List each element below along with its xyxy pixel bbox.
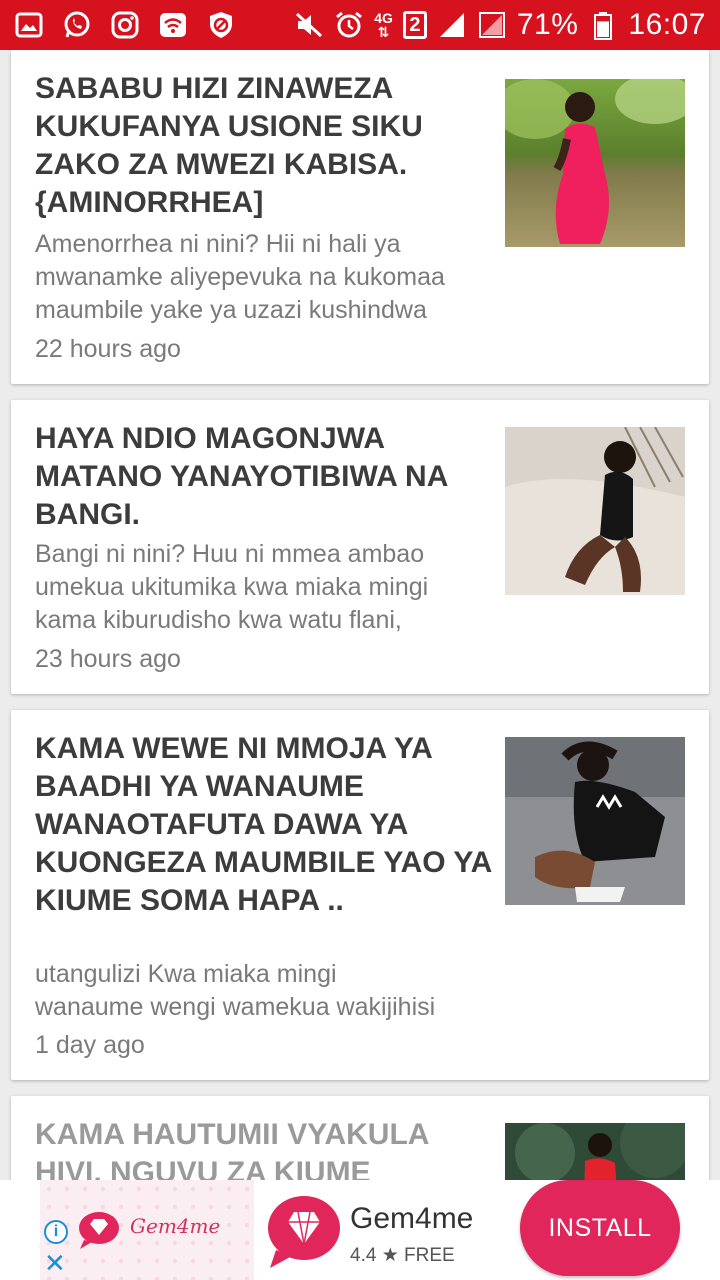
article-excerpt: Amenorrhea ni nini? Hii ni hali ya mwana… [35, 230, 445, 324]
article-title[interactable]: KAMA HAUTUMII VYAKULA HIVI, NGUVU ZA KIU… [35, 1116, 497, 1180]
article-timestamp: 23 hours ago [35, 645, 181, 673]
article-timestamp: 1 day ago [35, 1031, 145, 1059]
article-feed[interactable]: SABABU HIZI ZINAWEZA KUKUFANYA USIONE SI… [0, 50, 720, 1180]
article-thumbnail[interactable] [505, 79, 685, 247]
install-button[interactable]: INSTALL [520, 1180, 680, 1276]
gallery-icon [14, 10, 44, 40]
network-type-label: 4G ⇅ [374, 10, 393, 40]
article-thumbnail[interactable] [505, 1123, 685, 1180]
app-rating: 4.4 ★ FREE [350, 1244, 455, 1267]
article-excerpt: utangulizi Kwa miaka mingi wanaume wengi… [35, 960, 436, 1021]
status-bar: 4G ⇅ 2 71% 16:07 [0, 0, 720, 50]
article-thumbnail[interactable] [505, 737, 685, 905]
article-card[interactable]: KAMA HAUTUMII VYAKULA HIVI, NGUVU ZA KIU… [11, 1096, 709, 1180]
star-icon: ★ [381, 1245, 399, 1266]
mute-icon [294, 10, 324, 40]
signal-icon [437, 10, 467, 40]
article-excerpt: Bangi ni nini? Huu ni mmea ambao umekua … [35, 540, 429, 634]
clock: 16:07 [628, 8, 706, 41]
ad-banner-bar[interactable]: Gem4me i ✕ Gem4me 4.4 ★ FREE INSTALL [0, 1180, 720, 1280]
gem-logo-icon [79, 1212, 119, 1249]
article-card[interactable]: KAMA WEWE NI MMOJA YA BAADHI YA WANAUME … [11, 710, 709, 1080]
article-title[interactable]: SABABU HIZI ZINAWEZA KUKUFANYA USIONE SI… [35, 70, 497, 222]
battery-percent: 71% [516, 8, 579, 41]
instagram-icon [110, 10, 140, 40]
article-card[interactable]: HAYA NDIO MAGONJWA MATANO YANAYOTIBIWA N… [11, 400, 709, 694]
article-thumbnail[interactable] [505, 427, 685, 595]
info-icon[interactable]: i [44, 1220, 68, 1244]
article-card[interactable]: SABABU HIZI ZINAWEZA KUKUFANYA USIONE SI… [11, 50, 709, 384]
app-logo-icon[interactable] [262, 1192, 342, 1272]
signal-icon-2 [477, 10, 507, 40]
price-label: FREE [404, 1245, 455, 1266]
article-title[interactable]: KAMA WEWE NI MMOJA YA BAADHI YA WANAUME … [35, 730, 497, 920]
block-icon [206, 10, 236, 40]
wifi-hotspot-icon [158, 10, 188, 40]
rating-value: 4.4 [350, 1245, 377, 1266]
sim-badge: 2 [402, 11, 427, 39]
article-timestamp: 22 hours ago [35, 335, 181, 363]
battery-icon [588, 10, 618, 40]
close-icon[interactable]: ✕ [44, 1250, 66, 1276]
ad-banner-image[interactable]: Gem4me i ✕ [40, 1180, 254, 1280]
article-title[interactable]: HAYA NDIO MAGONJWA MATANO YANAYOTIBIWA N… [35, 420, 497, 534]
app-name: Gem4me [350, 1202, 474, 1235]
ad-banner-label: Gem4me [130, 1214, 221, 1238]
alarm-icon [334, 10, 364, 40]
whatsapp-icon [62, 10, 92, 40]
